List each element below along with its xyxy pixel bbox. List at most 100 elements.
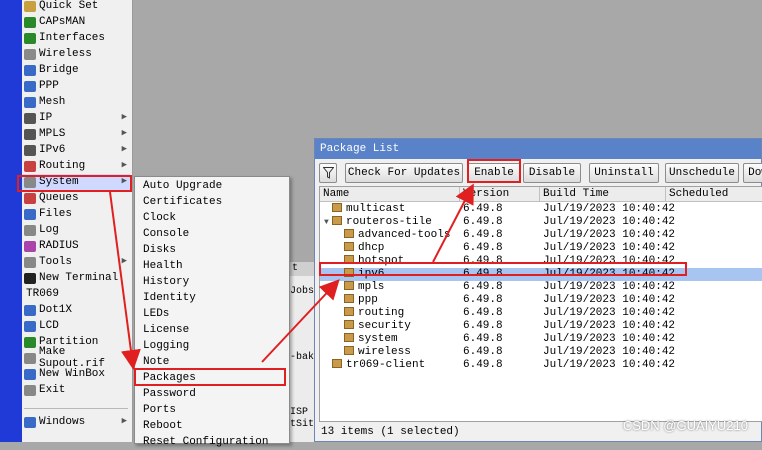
submenu-arrow-icon: ▶ <box>121 160 127 170</box>
sidebar-item-radius[interactable]: RADIUS <box>22 238 130 254</box>
ip-icon <box>24 112 36 124</box>
submenu-arrow-icon: ▶ <box>121 112 127 122</box>
uninstall-button[interactable]: Uninstall <box>589 163 659 183</box>
mpls-icon <box>24 128 36 140</box>
column-header-scheduled[interactable]: Scheduled <box>666 187 762 201</box>
window-title[interactable]: Package List <box>315 139 761 159</box>
sidebar-item-capsman[interactable]: CAPsMAN <box>22 14 130 30</box>
table-row[interactable]: system 6.49.8 Jul/19/2023 10:40:42 <box>320 333 762 346</box>
table-row[interactable]: ipv6 6.49.8 Jul/19/2023 10:40:42 <box>320 268 762 281</box>
table-row[interactable]: dhcp 6.49.8 Jul/19/2023 10:40:42 <box>320 242 762 255</box>
sidebar-item-label: System <box>39 176 79 188</box>
sidebar-item-queues[interactable]: Queues <box>22 190 130 206</box>
table-row[interactable]: ppp 6.49.8 Jul/19/2023 10:40:42 <box>320 294 762 307</box>
package-name: routeros-tile <box>346 216 432 228</box>
table-row[interactable]: security 6.49.8 Jul/19/2023 10:40:42 <box>320 320 762 333</box>
menu-item-reset-configuration[interactable]: Reset Configuration <box>143 434 283 450</box>
submenu-arrow-icon: ▶ <box>121 416 127 426</box>
cell-version: 6.49.8 <box>463 320 503 332</box>
sidebar-item-quick-set[interactable]: Quick Set <box>22 0 130 14</box>
sidebar-item-ip[interactable]: IP ▶ <box>22 110 130 126</box>
menu-item-note[interactable]: Note <box>143 354 283 370</box>
sidebar-item-log[interactable]: Log <box>22 222 130 238</box>
sidebar-item-label: TR069 <box>26 288 60 300</box>
sidebar-item-mesh[interactable]: Mesh <box>22 94 130 110</box>
capsman-icon <box>24 16 36 28</box>
sidebar-item-label: LCD <box>39 320 59 332</box>
sidebar-item-ipv6[interactable]: IPv6 ▶ <box>22 142 130 158</box>
column-header-version[interactable]: Version <box>460 187 540 201</box>
sidebar-item-files[interactable]: Files <box>22 206 130 222</box>
background-window-text: t <box>292 263 299 274</box>
sidebar-item-routing[interactable]: Routing ▶ <box>22 158 130 174</box>
menu-item-identity[interactable]: Identity <box>143 290 283 306</box>
sidebar-item-system[interactable]: System ▶ <box>22 174 130 190</box>
package-icon <box>332 203 342 212</box>
sidebar-item-make-supout-rif[interactable]: Make Supout.rif <box>22 346 130 370</box>
cell-build-time: Jul/19/2023 10:40:42 <box>543 255 676 267</box>
menu-item-certificates[interactable]: Certificates <box>143 194 283 210</box>
table-row[interactable]: mpls 6.49.8 Jul/19/2023 10:40:42 <box>320 281 762 294</box>
menu-item-packages[interactable]: Packages <box>143 370 283 386</box>
sidebar-item-wireless[interactable]: Wireless <box>22 46 130 62</box>
cell-version: 6.49.8 <box>463 281 503 293</box>
menu-item-console[interactable]: Console <box>143 226 283 242</box>
exit-icon <box>24 384 36 396</box>
sidebar-item-mpls[interactable]: MPLS ▶ <box>22 126 130 142</box>
cell-build-time: Jul/19/2023 10:40:42 <box>543 359 676 371</box>
sidebar-item-new-terminal[interactable]: New Terminal <box>22 270 130 286</box>
menu-item-password[interactable]: Password <box>143 386 283 402</box>
cell-version: 6.49.8 <box>463 294 503 306</box>
sidebar-item-lcd[interactable]: LCD <box>22 318 130 334</box>
sidebar-item-tr069[interactable]: TR069 <box>22 286 130 302</box>
menu-item-ports[interactable]: Ports <box>143 402 283 418</box>
menu-item-history[interactable]: History <box>143 274 283 290</box>
column-header-name[interactable]: Name <box>320 187 460 201</box>
menu-item-clock[interactable]: Clock <box>143 210 283 226</box>
cell-name: hotspot <box>336 255 404 268</box>
ppp-icon <box>24 80 36 92</box>
menu-item-disks[interactable]: Disks <box>143 242 283 258</box>
sidebar-item-new-winbox[interactable]: New WinBox <box>22 366 130 382</box>
cell-version: 6.49.8 <box>463 216 503 228</box>
package-icon <box>344 294 354 303</box>
sidebar-item-interfaces[interactable]: Interfaces <box>22 30 130 46</box>
menu-item-reboot[interactable]: Reboot <box>143 418 283 434</box>
cell-name: ▼ routeros-tile <box>324 216 432 229</box>
menu-item-license[interactable]: License <box>143 322 283 338</box>
log-icon <box>24 224 36 236</box>
table-row[interactable]: routing 6.49.8 Jul/19/2023 10:40:42 <box>320 307 762 320</box>
table-row[interactable]: wireless 6.49.8 Jul/19/2023 10:40:42 <box>320 346 762 359</box>
menu-item-auto-upgrade[interactable]: Auto Upgrade <box>143 178 283 194</box>
sidebar-item-ppp[interactable]: PPP <box>22 78 130 94</box>
dow-button[interactable]: Dow <box>743 163 762 183</box>
check-for-updates-button[interactable]: Check For Updates <box>345 163 463 183</box>
table-row[interactable]: multicast 6.49.8 Jul/19/2023 10:40:42 <box>320 203 762 216</box>
table-row[interactable]: hotspot 6.49.8 Jul/19/2023 10:40:42 <box>320 255 762 268</box>
package-icon <box>344 255 354 264</box>
system-submenu: Auto Upgrade Certificates Clock Console Disk… <box>134 176 290 448</box>
cell-build-time: Jul/19/2023 10:40:42 <box>543 346 676 358</box>
menu-item-leds[interactable]: LEDs <box>143 306 283 322</box>
menu-item-logging[interactable]: Logging <box>143 338 283 354</box>
wireless-icon <box>24 48 36 60</box>
sidebar-item-label: New WinBox <box>39 368 106 380</box>
disable-button[interactable]: Disable <box>523 163 581 183</box>
table-row[interactable]: tr069-client 6.49.8 Jul/19/2023 10:40:42 <box>320 359 762 372</box>
enable-button[interactable]: Enable <box>467 163 521 183</box>
sidebar-item-bridge[interactable]: Bridge <box>22 62 130 78</box>
table-row[interactable]: advanced-tools 6.49.8 Jul/19/2023 10:40:42 <box>320 229 762 242</box>
menu-item-health[interactable]: Health <box>143 258 283 274</box>
unschedule-button[interactable]: Unschedule <box>665 163 739 183</box>
sidebar-item-label: Tools <box>39 256 73 268</box>
sidebar-item-label: Queues <box>39 192 79 204</box>
sidebar-strip <box>0 0 22 442</box>
sidebar-item-exit[interactable]: Exit <box>22 382 130 398</box>
column-header-build-time[interactable]: Build Time <box>540 187 666 201</box>
filter-icon <box>323 167 334 179</box>
filter-button[interactable] <box>319 163 337 183</box>
sidebar-item-tools[interactable]: Tools ▶ <box>22 254 130 270</box>
table-row[interactable]: ▼ routeros-tile 6.49.8 Jul/19/2023 10:40:42 <box>320 216 762 229</box>
sidebar-item-dot1x[interactable]: Dot1X <box>22 302 130 318</box>
sidebar-item-windows[interactable]: Windows ▶ <box>22 414 130 430</box>
